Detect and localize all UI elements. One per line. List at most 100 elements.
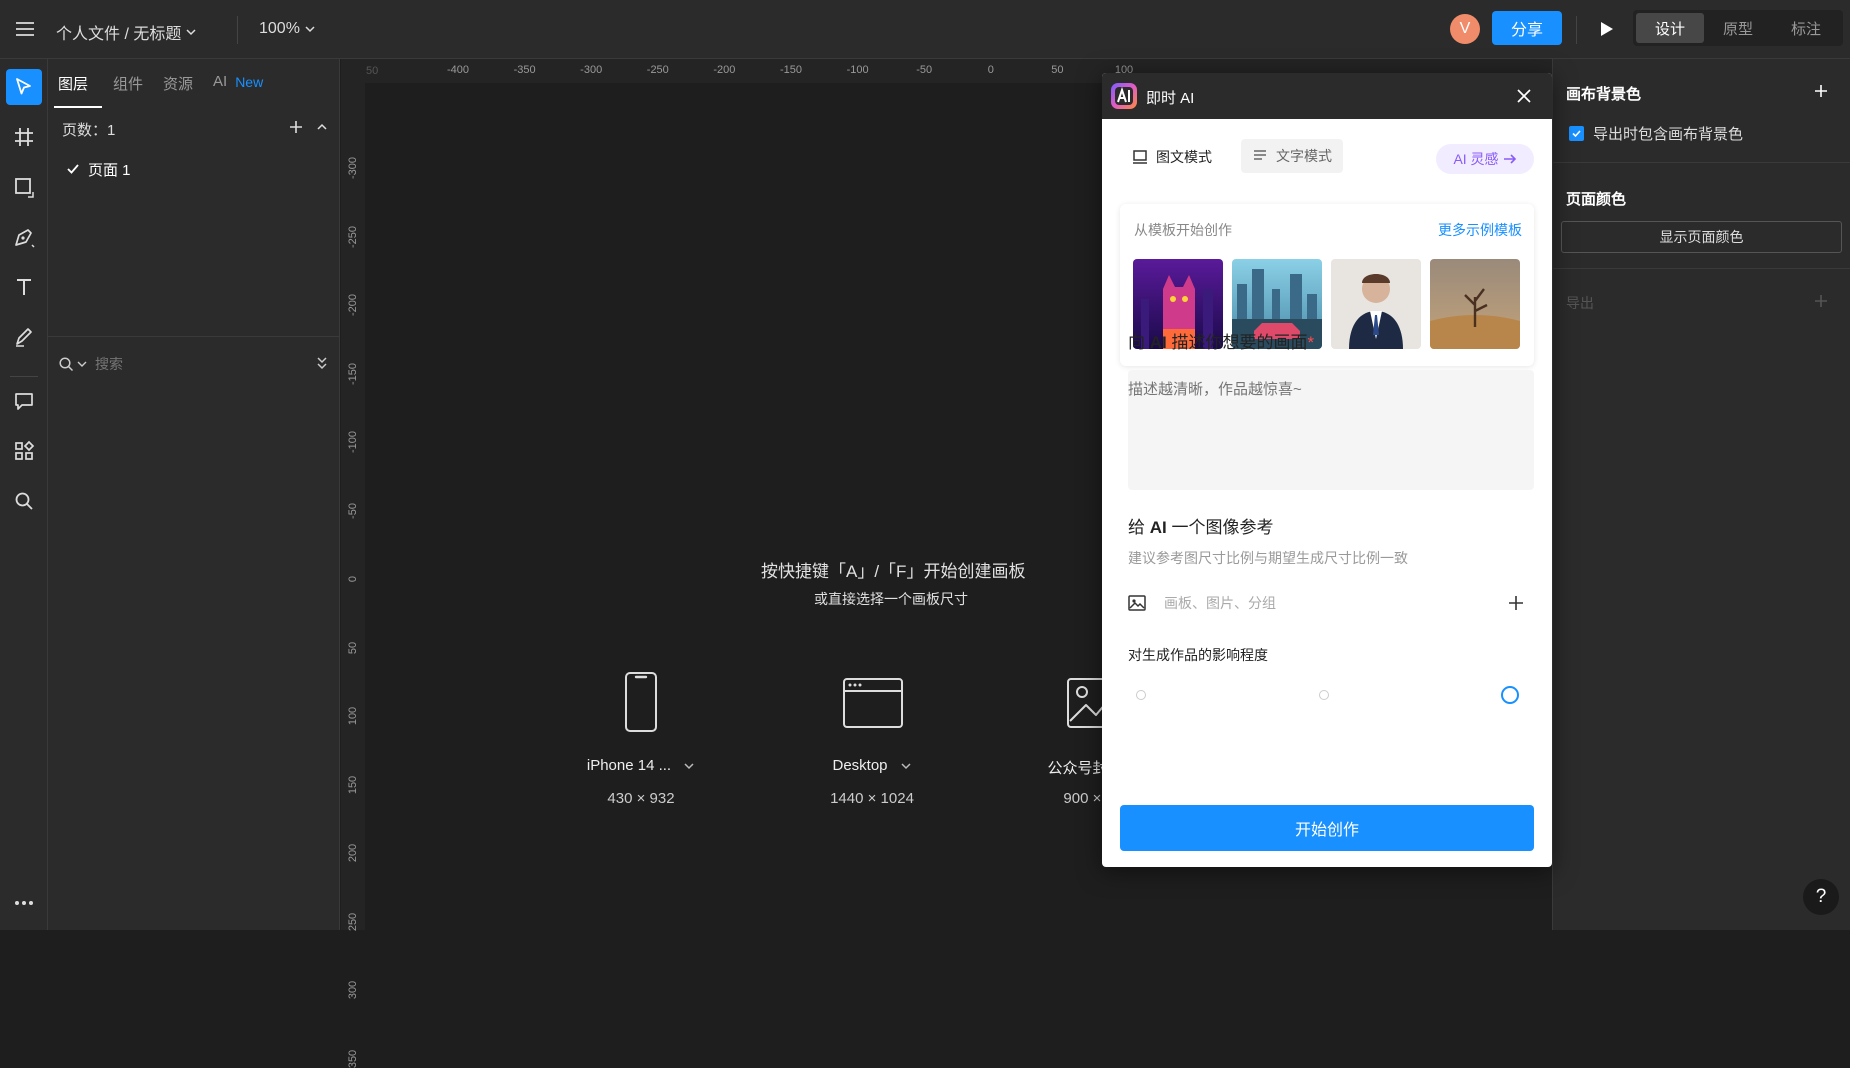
tab-ai[interactable]: AI New — [213, 73, 263, 90]
ruler-tick-label: 150 — [347, 775, 359, 794]
reference-heading-suffix: 一个图像参考 — [1166, 518, 1274, 537]
checkbox-checked-icon — [1569, 126, 1584, 141]
add-reference-icon[interactable] — [1508, 595, 1524, 611]
chevron-down-icon[interactable] — [900, 760, 912, 772]
search-icon — [58, 356, 74, 372]
ruler-tick-label: -250 — [347, 225, 359, 248]
chevron-down-icon[interactable] — [683, 760, 695, 772]
page-item-label: 页面 1 — [88, 161, 131, 179]
ruler-tick-label: -50 — [347, 502, 359, 519]
play-icon[interactable] — [1592, 14, 1622, 44]
tab-prototype[interactable]: 原型 — [1704, 13, 1772, 43]
tab-annotate[interactable]: 标注 — [1772, 13, 1840, 43]
pen-icon — [13, 226, 35, 248]
check-icon — [66, 162, 80, 176]
divider — [237, 16, 238, 44]
add-icon[interactable] — [1811, 81, 1831, 101]
rectangle-tool[interactable] — [6, 169, 42, 205]
ruler-tick-label: -200 — [347, 293, 359, 317]
start-button[interactable]: 开始创作 — [1120, 805, 1534, 851]
preset-desktop[interactable]: Desktop 1440 × 1024 — [797, 671, 947, 871]
chevron-down-icon — [304, 23, 316, 35]
close-icon[interactable] — [1514, 86, 1534, 106]
panel-tabs: 图层 组件 资源 AI New — [48, 59, 340, 109]
arrow-right-icon — [1503, 153, 1517, 165]
ruler-tick-label: -100 — [846, 64, 869, 76]
ruler-tick-label: 0 — [347, 575, 359, 583]
slider-stop-high[interactable] — [1501, 686, 1519, 704]
slider-stop-low[interactable] — [1136, 690, 1146, 700]
ruler-tick-label: 350 — [347, 1049, 359, 1068]
mode-image-text[interactable]: 图文模式 — [1132, 147, 1212, 167]
chevron-up-icon[interactable] — [312, 117, 332, 137]
left-toolbar — [0, 59, 48, 930]
layer-search[interactable] — [58, 349, 334, 379]
search-tool[interactable] — [6, 483, 42, 519]
breadcrumb-text: 个人文件 / 无标题 — [56, 26, 182, 43]
layers-panel: 图层 组件 资源 AI New 页数：1 页面 1 — [48, 59, 340, 930]
text-icon — [13, 276, 35, 298]
divider — [10, 376, 38, 377]
avatar[interactable]: V — [1450, 14, 1480, 44]
more-button[interactable] — [6, 885, 42, 921]
tab-design[interactable]: 设计 — [1636, 13, 1704, 43]
ruler-tick-label: 250 — [347, 912, 359, 931]
divider — [1553, 162, 1850, 163]
slider-stop-mid[interactable] — [1319, 690, 1329, 700]
ruler-tick-label: -150 — [347, 362, 359, 385]
mode-tabs: 设计 原型 标注 — [1633, 10, 1843, 46]
preset-iphone[interactable]: iPhone 14 ... 430 × 932 — [566, 671, 716, 871]
tab-active-underline — [54, 106, 102, 108]
add-export-icon[interactable] — [1811, 291, 1831, 311]
menu-icon[interactable] — [10, 14, 40, 44]
more-templates-link[interactable]: 更多示例模板 — [1438, 220, 1522, 240]
rectangle-icon — [13, 176, 35, 198]
add-page-icon[interactable] — [286, 117, 306, 137]
frame-tool[interactable] — [6, 119, 42, 155]
share-button[interactable]: 分享 — [1492, 11, 1562, 45]
properties-panel: 画布背景色 导出时包含画布背景色 页面颜色 显示页面颜色 导出 ? — [1552, 59, 1850, 930]
pen-tool[interactable] — [6, 219, 42, 255]
help-button[interactable]: ? — [1803, 879, 1839, 915]
tab-assets[interactable]: 资源 — [163, 73, 193, 94]
breadcrumb[interactable]: 个人文件 / 无标题 — [56, 20, 197, 44]
ruler-left: -300 -250 -200 -150 -100 -50 0 50 100 150 200 250 30… — [341, 83, 365, 1068]
inspiration-button[interactable]: AI 灵感 — [1436, 144, 1534, 174]
export-bg-label: 导出时包含画布背景色 — [1593, 126, 1744, 143]
template-thumb-tree[interactable] — [1430, 259, 1520, 349]
text-tool[interactable] — [6, 269, 42, 305]
ruler-corner-tick: 50 — [366, 65, 379, 77]
ruler-tick-label: -100 — [347, 430, 359, 454]
export-bg-checkbox[interactable]: 导出时包含画布背景色 — [1569, 123, 1743, 144]
phone-icon — [624, 671, 658, 733]
pencil-tool[interactable] — [6, 319, 42, 355]
reference-heading-prefix: 给 — [1128, 518, 1150, 537]
tab-layers[interactable]: 图层 — [58, 73, 88, 94]
export-title: 导出 — [1566, 295, 1594, 311]
plugins-tool[interactable] — [6, 433, 42, 469]
ruler-tick-label: 200 — [347, 843, 359, 863]
template-thumb-man[interactable] — [1331, 259, 1421, 349]
ruler-tick-label: -250 — [646, 64, 669, 76]
prompt-heading-suffix: 描述你想要的画面 — [1166, 333, 1308, 352]
prompt-textarea[interactable] — [1128, 370, 1534, 490]
select-tool[interactable] — [6, 69, 42, 105]
prompt-heading-prefix: 向 — [1128, 333, 1150, 352]
comment-tool[interactable] — [6, 383, 42, 419]
influence-slider[interactable] — [1132, 685, 1532, 705]
reference-picker[interactable]: 画板、图片、分组 — [1128, 585, 1534, 621]
zoom-value: 100% — [259, 20, 300, 37]
ruler-tick-label: -350 — [513, 64, 536, 76]
ruler-tick-label: 50 — [347, 641, 359, 654]
canvas-hint-subtitle: 或直接选择一个画板尺寸 — [814, 591, 968, 607]
mode-text-label: 文字模式 — [1276, 148, 1332, 164]
zoom-select[interactable]: 100% — [259, 20, 316, 38]
collapse-all-icon[interactable] — [316, 356, 328, 370]
mode-text[interactable]: 文字模式 — [1241, 139, 1343, 173]
search-input[interactable] — [95, 356, 285, 372]
ruler-tick-label: -50 — [916, 64, 933, 76]
top-bar: 个人文件 / 无标题 100% V 分享 设计 原型 标注 — [0, 0, 1850, 59]
show-page-color-button[interactable]: 显示页面颜色 — [1561, 221, 1842, 253]
page-item[interactable]: 页面 1 — [56, 154, 332, 184]
tab-components[interactable]: 组件 — [113, 73, 143, 94]
